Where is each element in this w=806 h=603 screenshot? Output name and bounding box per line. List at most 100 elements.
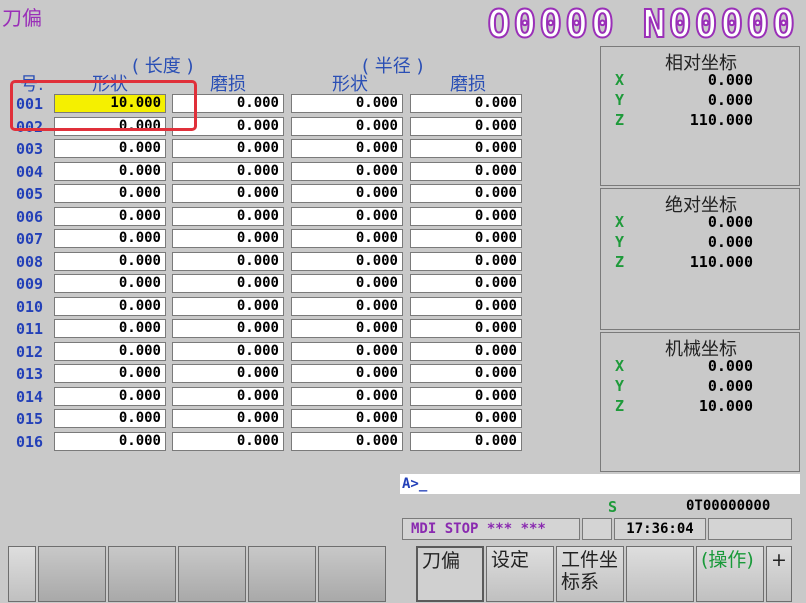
offset-cell-007-radius-wear[interactable]: 0.000 [410, 229, 522, 248]
offset-cell-004-radius-wear[interactable]: 0.000 [410, 161, 522, 181]
offset-cell-013-length-shape[interactable]: 0.000 [54, 364, 166, 383]
col-header-radius-shape: 形状 [332, 74, 368, 95]
length-group-header: ( 长度 ) [132, 56, 194, 77]
offset-cell-009-radius-wear[interactable]: 0.000 [410, 274, 522, 293]
status-blank [582, 518, 612, 540]
offset-cell-010-length-wear[interactable]: 0.000 [172, 296, 284, 316]
offset-cell-016-length-wear[interactable]: 0.000 [172, 431, 284, 451]
offset-cell-004-radius-shape[interactable]: 0.000 [291, 161, 403, 181]
offset-cell-009-radius-shape[interactable]: 0.000 [291, 274, 403, 293]
offset-cell-012-length-shape[interactable]: 0.000 [54, 341, 166, 361]
offset-cell-006-radius-wear[interactable]: 0.000 [410, 206, 522, 226]
machine-z-value: 10.000 [698, 397, 753, 415]
cnc-screen: 刀偏 O0000 N00000 ( 长度 ) ( 半径 ) 号. 形状 磨损 形… [0, 0, 806, 603]
offset-cell-003-radius-wear[interactable]: 0.000 [410, 139, 522, 158]
col-header-radius-wear: 磨损 [450, 74, 486, 95]
offset-cell-011-length-wear[interactable]: 0.000 [172, 319, 284, 338]
row-number-005: 005 [16, 185, 44, 203]
machine-z-label: Z [615, 397, 625, 415]
offset-cell-012-radius-wear[interactable]: 0.000 [410, 341, 522, 361]
softkey-blank-6[interactable] [318, 546, 386, 602]
row-number-007: 007 [16, 230, 44, 248]
offset-cell-014-radius-shape[interactable]: 0.000 [291, 386, 403, 406]
offset-cell-010-length-shape[interactable]: 0.000 [54, 296, 166, 316]
command-input-line[interactable]: A>_ [400, 474, 800, 494]
offset-cell-011-length-shape[interactable]: 0.000 [54, 319, 166, 338]
softkey-blank-2[interactable] [38, 546, 106, 602]
offset-cell-008-radius-shape[interactable]: 0.000 [291, 251, 403, 271]
offset-cell-014-length-wear[interactable]: 0.000 [172, 386, 284, 406]
offset-cell-005-length-wear[interactable]: 0.000 [172, 184, 284, 203]
softkey-blank-3[interactable] [108, 546, 176, 602]
offset-cell-013-length-wear[interactable]: 0.000 [172, 364, 284, 383]
offset-cell-013-radius-wear[interactable]: 0.000 [410, 364, 522, 383]
softkey-blank-7[interactable] [626, 546, 694, 602]
offset-cell-006-length-shape[interactable]: 0.000 [54, 206, 166, 226]
offset-cell-014-radius-wear[interactable]: 0.000 [410, 386, 522, 406]
softkey-setting[interactable]: 设定 [486, 546, 554, 602]
relative-x-label: X [615, 71, 625, 89]
offset-cell-002-radius-wear[interactable]: 0.000 [410, 116, 522, 136]
relative-y-label: Y [615, 91, 625, 109]
offset-cell-009-length-wear[interactable]: 0.000 [172, 274, 284, 293]
offset-cell-012-radius-shape[interactable]: 0.000 [291, 341, 403, 361]
offset-cell-007-length-shape[interactable]: 0.000 [54, 229, 166, 248]
relative-y-value: 0.000 [707, 91, 753, 109]
offset-cell-007-radius-shape[interactable]: 0.000 [291, 229, 403, 248]
offset-cell-015-radius-wear[interactable]: 0.000 [410, 409, 522, 428]
row-number-009: 009 [16, 275, 44, 293]
offset-cell-008-length-wear[interactable]: 0.000 [172, 251, 284, 271]
offset-cell-003-length-shape[interactable]: 0.000 [54, 139, 166, 158]
offset-cell-005-radius-wear[interactable]: 0.000 [410, 184, 522, 203]
offset-cell-008-radius-wear[interactable]: 0.000 [410, 251, 522, 271]
offset-cell-015-radius-shape[interactable]: 0.000 [291, 409, 403, 428]
offset-cell-007-length-wear[interactable]: 0.000 [172, 229, 284, 248]
absolute-y-value: 0.000 [707, 233, 753, 251]
machine-x-label: X [615, 357, 625, 375]
row-number-008: 008 [16, 252, 44, 271]
absolute-y-label: Y [615, 233, 625, 251]
offset-cell-001-radius-wear[interactable]: 0.000 [410, 94, 522, 113]
row-number-015: 015 [16, 410, 44, 428]
offset-cell-013-radius-shape[interactable]: 0.000 [291, 364, 403, 383]
offset-cell-004-length-shape[interactable]: 0.000 [54, 161, 166, 181]
offset-cell-016-radius-shape[interactable]: 0.000 [291, 431, 403, 451]
offset-cell-006-length-wear[interactable]: 0.000 [172, 206, 284, 226]
offset-cell-009-length-shape[interactable]: 0.000 [54, 274, 166, 293]
softkey-next-page[interactable]: + [766, 546, 792, 602]
clock: 17:36:04 [614, 518, 706, 540]
offset-cell-014-length-shape[interactable]: 0.000 [54, 386, 166, 406]
offset-cell-012-length-wear[interactable]: 0.000 [172, 341, 284, 361]
row-number-004: 004 [16, 162, 44, 181]
offset-cell-002-radius-shape[interactable]: 0.000 [291, 116, 403, 136]
offset-cell-016-length-shape[interactable]: 0.000 [54, 431, 166, 451]
offset-cell-015-length-wear[interactable]: 0.000 [172, 409, 284, 428]
row-number-012: 012 [16, 342, 44, 361]
offset-cell-005-radius-shape[interactable]: 0.000 [291, 184, 403, 203]
absolute-z-value: 110.000 [689, 253, 753, 271]
offset-cell-004-length-wear[interactable]: 0.000 [172, 161, 284, 181]
offset-cell-003-length-wear[interactable]: 0.000 [172, 139, 284, 158]
offset-cell-001-radius-shape[interactable]: 0.000 [291, 94, 403, 113]
offset-cell-008-length-shape[interactable]: 0.000 [54, 251, 166, 271]
offset-cell-005-length-shape[interactable]: 0.000 [54, 184, 166, 203]
program-number: O0000 N00000 [486, 1, 798, 47]
softkey-blank-1[interactable] [8, 546, 36, 602]
relative-z-value: 110.000 [689, 111, 753, 129]
softkey-blank-4[interactable] [178, 546, 246, 602]
offset-cell-011-radius-wear[interactable]: 0.000 [410, 319, 522, 338]
offset-cell-015-length-shape[interactable]: 0.000 [54, 409, 166, 428]
machine-y-label: Y [615, 377, 625, 395]
machine-y-value: 0.000 [707, 377, 753, 395]
softkey-operation[interactable]: (操作) [696, 546, 764, 602]
softkey-blank-5[interactable] [248, 546, 316, 602]
offset-cell-003-radius-shape[interactable]: 0.000 [291, 139, 403, 158]
status-blank-2 [708, 518, 792, 540]
offset-cell-016-radius-wear[interactable]: 0.000 [410, 431, 522, 451]
offset-cell-011-radius-shape[interactable]: 0.000 [291, 319, 403, 338]
softkey-work-coordinate[interactable]: 工件坐标系 [556, 546, 624, 602]
offset-cell-010-radius-shape[interactable]: 0.000 [291, 296, 403, 316]
softkey-offset[interactable]: 刀偏 [416, 546, 484, 602]
offset-cell-010-radius-wear[interactable]: 0.000 [410, 296, 522, 316]
offset-cell-006-radius-shape[interactable]: 0.000 [291, 206, 403, 226]
